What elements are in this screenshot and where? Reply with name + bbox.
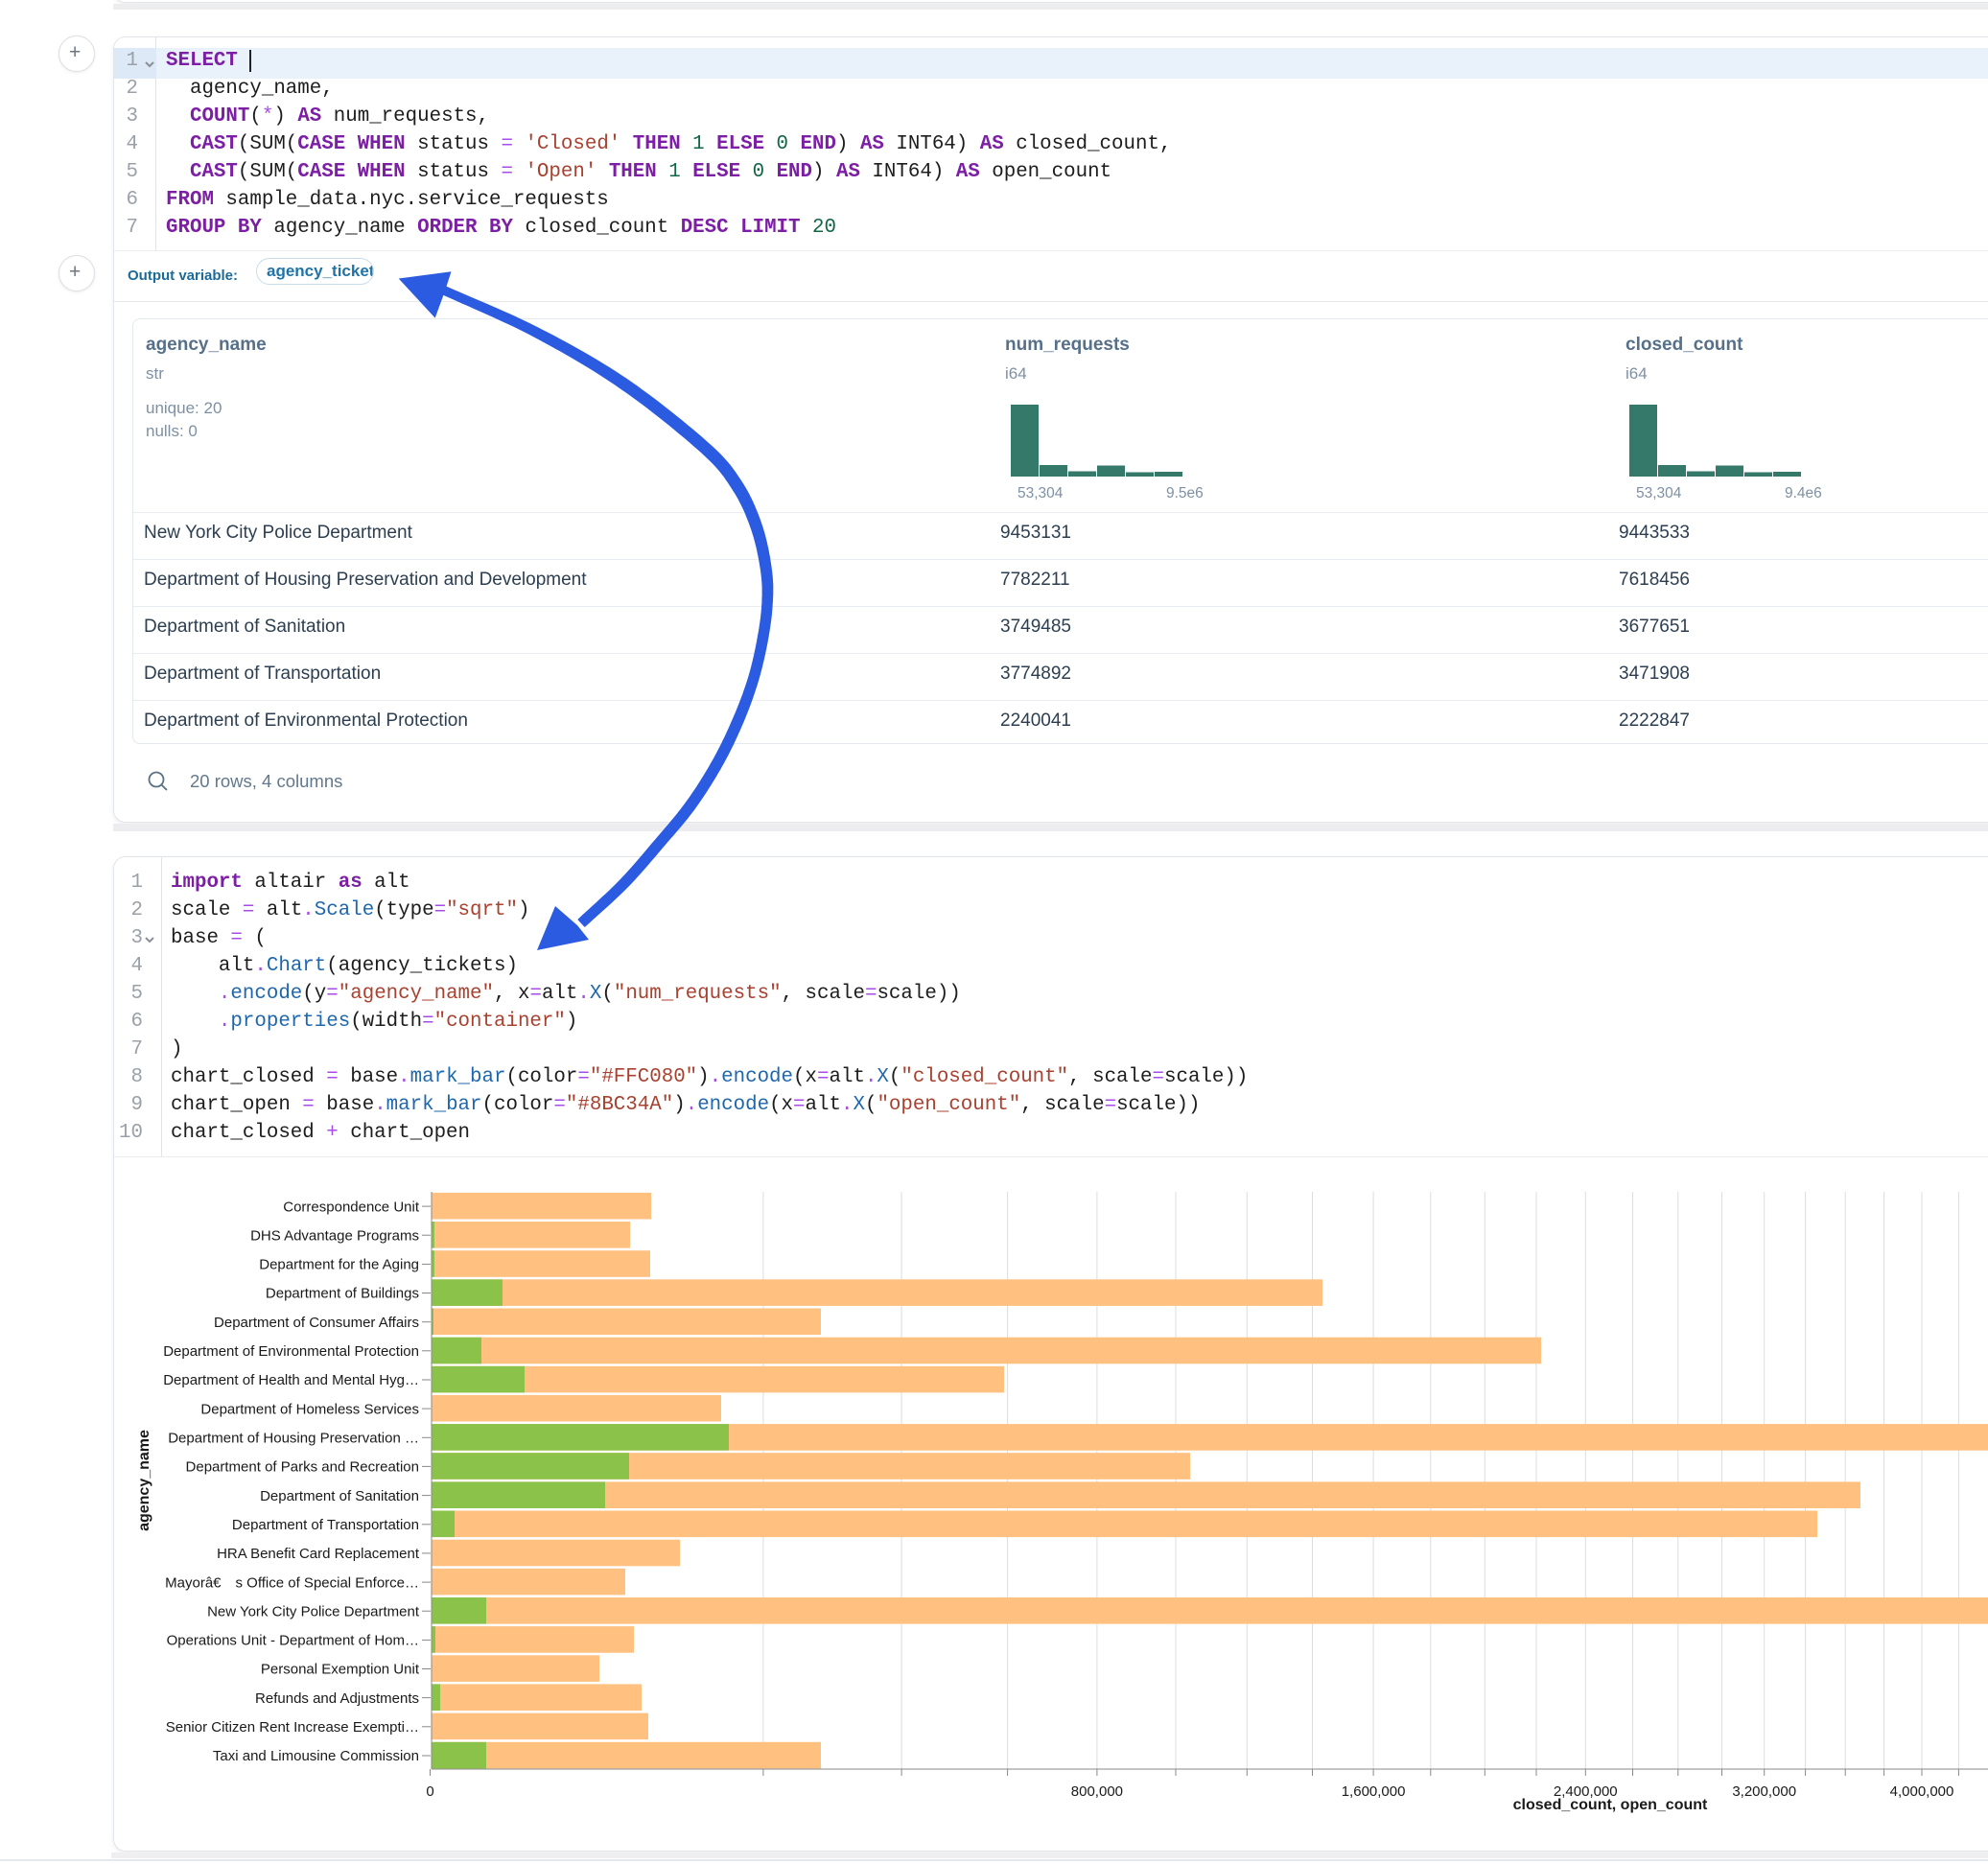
svg-text:Department of Parks and Recrea: Department of Parks and Recreation xyxy=(186,1459,419,1476)
svg-text:DHS Advantage Programs: DHS Advantage Programs xyxy=(250,1227,419,1244)
svg-text:Refunds and Adjustments: Refunds and Adjustments xyxy=(255,1690,419,1707)
svg-text:Correspondence Unit: Correspondence Unit xyxy=(283,1199,420,1215)
svg-text:New York City Police Departmen: New York City Police Department xyxy=(207,1603,420,1619)
svg-text:1,600,000: 1,600,000 xyxy=(1342,1783,1406,1800)
svg-text:4,000,000: 4,000,000 xyxy=(1890,1783,1954,1800)
svg-text:HRA Benefit Card Replacement: HRA Benefit Card Replacement xyxy=(217,1546,420,1562)
svg-text:closed_count, open_count: closed_count, open_count xyxy=(1513,1797,1708,1813)
svg-text:Department of Housing Preserva: Department of Housing Preservation … xyxy=(168,1431,419,1447)
svg-text:Taxi and Limousine Commission: Taxi and Limousine Commission xyxy=(213,1748,419,1764)
svg-text:Department of Health and Menta: Department of Health and Mental Hyg… xyxy=(163,1372,419,1388)
svg-text:Department of Environmental Pr: Department of Environmental Protection xyxy=(163,1343,419,1360)
svg-text:Department for the Aging: Department for the Aging xyxy=(259,1257,419,1273)
svg-text:800,000: 800,000 xyxy=(1071,1783,1123,1800)
svg-text:Operations Unit - Department o: Operations Unit - Department of Hom… xyxy=(167,1633,419,1649)
svg-text:agency_name: agency_name xyxy=(136,1430,152,1531)
svg-text:Senior Citizen Rent Increase E: Senior Citizen Rent Increase Exempti… xyxy=(166,1719,419,1736)
svg-text:0: 0 xyxy=(426,1783,433,1800)
svg-text:Department of Consumer Affairs: Department of Consumer Affairs xyxy=(214,1315,419,1331)
svg-text:Mayorâ€ s Office of Special En: Mayorâ€ s Office of Special Enforce… xyxy=(165,1574,419,1591)
svg-text:Department of Homeless Service: Department of Homeless Services xyxy=(200,1401,419,1417)
svg-text:Personal Exemption Unit: Personal Exemption Unit xyxy=(261,1662,420,1678)
svg-text:Department of Sanitation: Department of Sanitation xyxy=(260,1488,419,1504)
svg-text:3,200,000: 3,200,000 xyxy=(1732,1783,1796,1800)
svg-text:Department of Buildings: Department of Buildings xyxy=(266,1286,419,1302)
svg-text:Department of Transportation: Department of Transportation xyxy=(232,1517,419,1533)
